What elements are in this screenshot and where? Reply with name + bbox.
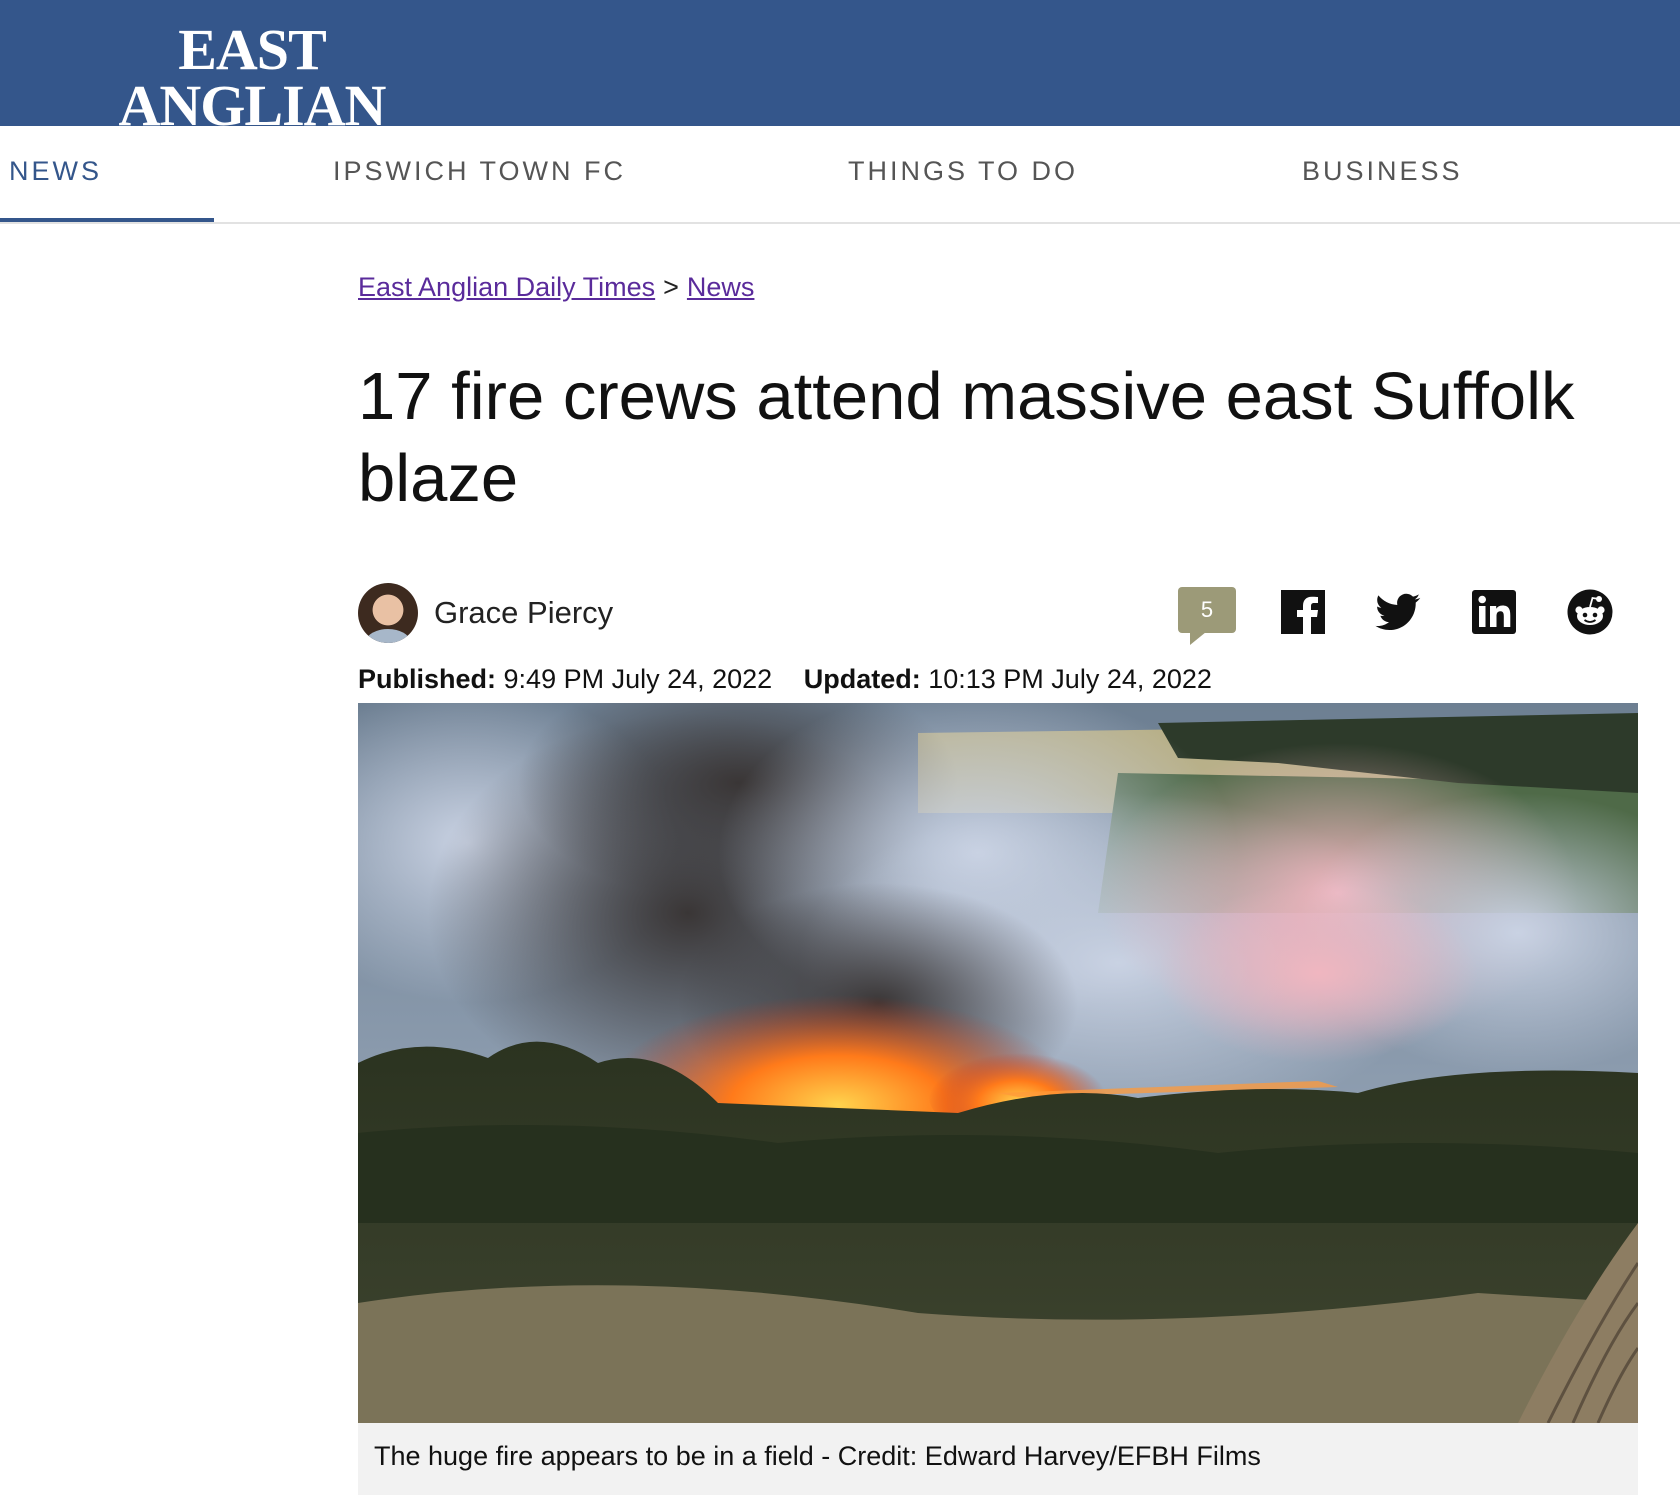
nav-item-news[interactable]: NEWS <box>9 156 102 187</box>
updated-label: Updated: <box>803 664 921 694</box>
facebook-icon <box>1281 590 1325 634</box>
site-logo[interactable]: EAST ANGLIAN DAILY TIMES <box>42 21 462 157</box>
breadcrumb-news-link[interactable]: News <box>687 272 755 302</box>
breadcrumb-separator: > <box>663 272 679 302</box>
facebook-share-button[interactable] <box>1280 589 1326 635</box>
article-headline: 17 fire crews attend massive east Suffol… <box>358 359 1575 516</box>
author-name[interactable]: Grace Piercy <box>434 595 613 631</box>
linkedin-icon <box>1472 590 1516 634</box>
article-hero-image[interactable] <box>358 703 1638 1423</box>
twitter-icon <box>1375 593 1421 630</box>
comment-count-badge[interactable]: 5 <box>1178 587 1236 645</box>
article-dates: Published: 9:49 PM July 24, 2022 Updated… <box>358 664 1212 695</box>
published-label: Published: <box>358 664 497 694</box>
fire-photo-illustration <box>358 703 1638 1423</box>
reddit-share-button[interactable] <box>1567 589 1613 635</box>
reddit-icon <box>1567 589 1613 635</box>
byline: Grace Piercy <box>358 583 613 643</box>
breadcrumb: East Anglian Daily Times > News <box>358 272 754 303</box>
logo-title: EAST ANGLIAN <box>118 17 387 138</box>
linkedin-share-button[interactable] <box>1471 589 1517 635</box>
twitter-share-button[interactable] <box>1375 589 1421 635</box>
masthead: EAST ANGLIAN DAILY TIMES <box>0 0 1680 157</box>
published-date: 9:49 PM July 24, 2022 <box>503 664 773 694</box>
author-avatar[interactable] <box>358 583 418 643</box>
breadcrumb-home-link[interactable]: East Anglian Daily Times <box>358 272 655 302</box>
nav-item-business[interactable]: BUSINESS <box>1302 156 1463 187</box>
active-tab-indicator <box>0 218 214 222</box>
nav-item-ipswich-town-fc[interactable]: IPSWICH TOWN FC <box>333 156 626 187</box>
section-nav: NEWS IPSWICH TOWN FC THINGS TO DO BUSINE… <box>0 126 1680 224</box>
updated-date: 10:13 PM July 24, 2022 <box>928 664 1212 694</box>
nav-item-things-to-do[interactable]: THINGS TO DO <box>848 156 1078 187</box>
image-caption: The huge fire appears to be in a field -… <box>358 1423 1638 1495</box>
